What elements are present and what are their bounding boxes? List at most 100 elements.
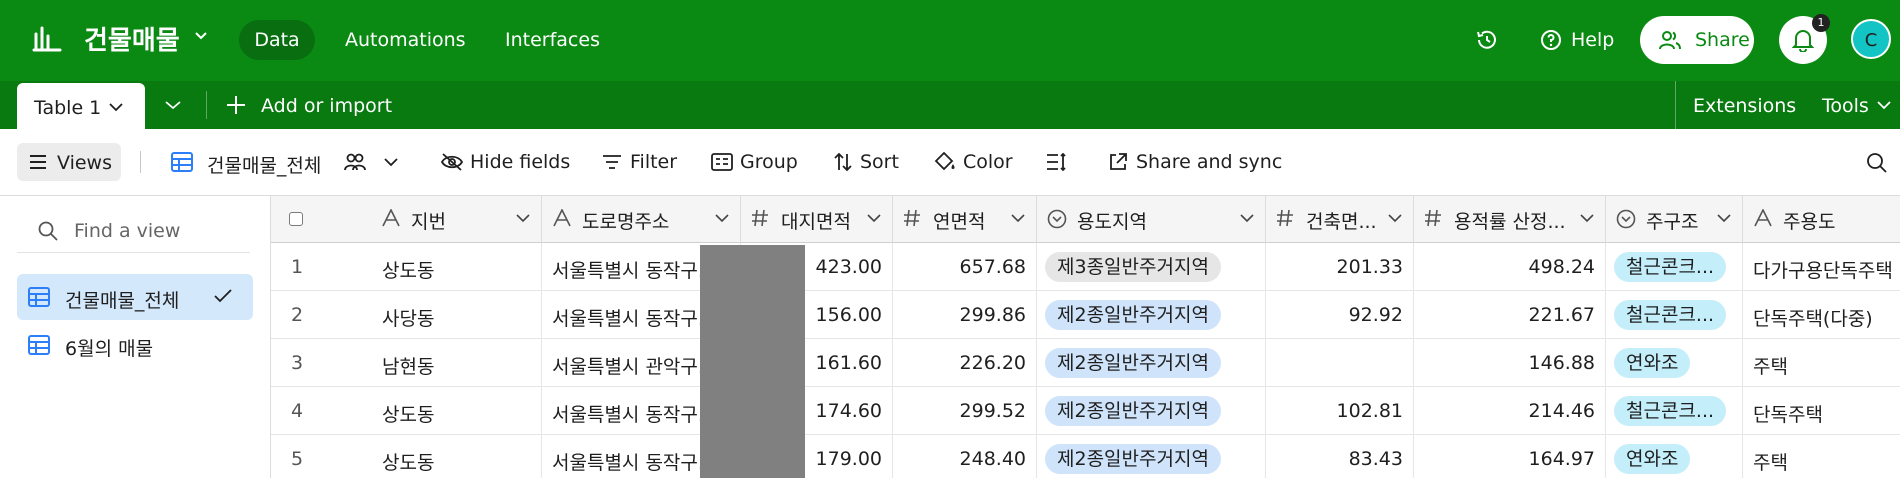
nav-interfaces-tab[interactable]: Interfaces	[505, 29, 600, 51]
avatar[interactable]: C	[1851, 19, 1891, 59]
table-cell[interactable]: 제2종일반주거지역	[1037, 291, 1266, 339]
table-cell[interactable]: 201.33	[1266, 243, 1414, 291]
table-cell[interactable]: 제3종일반주거지역	[1037, 243, 1266, 291]
table-cell[interactable]: 92.92	[1266, 291, 1414, 339]
row-number[interactable]: 2	[271, 291, 371, 339]
column-header[interactable]: 주용도	[1743, 196, 1900, 243]
table-cell[interactable]: 남현동	[371, 339, 542, 387]
group-button[interactable]: Group	[740, 151, 798, 173]
search-icon[interactable]	[1866, 152, 1888, 174]
bell-icon	[1792, 30, 1814, 52]
nav-data-tab[interactable]: Data	[239, 20, 315, 60]
base-name[interactable]: 건물매물	[84, 20, 180, 57]
find-view-input[interactable]: Find a view	[17, 210, 250, 253]
filter-button[interactable]: Filter	[630, 151, 677, 173]
column-header[interactable]: 용도지역	[1037, 196, 1266, 243]
table-cell[interactable]: 단독주택	[1743, 387, 1900, 435]
tab-table-1[interactable]: Table 1	[17, 83, 145, 129]
row-number[interactable]: 4	[271, 387, 371, 435]
row-number[interactable]: 3	[271, 339, 371, 387]
help-icon[interactable]	[1539, 28, 1563, 52]
row-number[interactable]: 1	[271, 243, 371, 291]
sidebar-view-june-listings[interactable]: 6월의 매물	[17, 322, 253, 368]
help-button[interactable]: Help	[1571, 29, 1614, 51]
extensions-button[interactable]: Extensions	[1693, 95, 1796, 117]
table-cell[interactable]: 214.46	[1414, 387, 1606, 435]
share-button[interactable]: Share	[1640, 16, 1754, 64]
sidebar-view-all-listings[interactable]: 건물매물_전체	[17, 274, 253, 320]
table-cell[interactable]: 221.67	[1414, 291, 1606, 339]
table-cell[interactable]: 다가구용단독주택	[1743, 243, 1900, 291]
chevron-down-icon[interactable]	[1877, 100, 1891, 110]
table-cell[interactable]: 상도동	[371, 435, 542, 478]
column-header[interactable]: 대지면적	[741, 196, 893, 243]
table-cell[interactable]: 상도동	[371, 243, 542, 291]
sort-button[interactable]: Sort	[860, 151, 899, 173]
select-pill: 철근콘크...	[1614, 396, 1727, 426]
table-cell[interactable]: 299.52	[893, 387, 1037, 435]
table-cell[interactable]: 철근콘크...	[1606, 387, 1743, 435]
color-button[interactable]: Color	[963, 151, 1013, 173]
nav-automations-tab[interactable]: Automations	[345, 29, 466, 51]
table-cell[interactable]: 657.68	[893, 243, 1037, 291]
select-pill: 연와조	[1614, 444, 1691, 474]
table-cell[interactable]: 주택	[1743, 435, 1900, 478]
column-header[interactable]: 지번	[371, 196, 542, 243]
chevron-down-icon[interactable]	[194, 29, 208, 43]
row-number[interactable]: 5	[271, 435, 371, 478]
number-field-icon	[1277, 209, 1293, 227]
current-view-name[interactable]: 건물매물_전체	[207, 151, 321, 178]
row-height-icon[interactable]	[1046, 152, 1068, 172]
chevron-down-icon[interactable]	[1580, 214, 1594, 223]
hide-fields-button[interactable]: Hide fields	[470, 151, 570, 173]
column-header[interactable]: 건축면...	[1266, 196, 1414, 243]
add-or-import-button[interactable]: Add or import	[261, 95, 392, 117]
chevron-down-icon[interactable]	[1240, 214, 1254, 223]
table-cell[interactable]: 498.24	[1414, 243, 1606, 291]
select-all-header[interactable]	[271, 196, 371, 243]
column-header[interactable]: 연면적	[893, 196, 1037, 243]
chevron-down-icon[interactable]	[867, 214, 881, 223]
table-cell[interactable]	[1266, 339, 1414, 387]
table-cell[interactable]: 226.20	[893, 339, 1037, 387]
chevron-down-icon[interactable]	[1011, 214, 1025, 223]
column-name: 지번	[411, 211, 446, 233]
table-cell[interactable]: 상도동	[371, 387, 542, 435]
chevron-down-icon[interactable]	[165, 100, 181, 110]
views-toggle-button[interactable]: Views	[17, 143, 121, 181]
table-cell[interactable]: 146.88	[1414, 339, 1606, 387]
table-cell[interactable]: 사당동	[371, 291, 542, 339]
column-name: 도로명주소	[582, 211, 670, 233]
chevron-down-icon[interactable]	[1388, 214, 1402, 223]
table-cell[interactable]: 주택	[1743, 339, 1900, 387]
table-cell[interactable]: 102.81	[1266, 387, 1414, 435]
history-icon[interactable]	[1475, 28, 1499, 52]
share-and-sync-button[interactable]: Share and sync	[1136, 151, 1282, 173]
column-header[interactable]: 주구조	[1606, 196, 1743, 243]
table-cell[interactable]: 299.86	[893, 291, 1037, 339]
top-bar: 건물매물 Data Automations Interfaces Help Sh…	[0, 0, 1900, 81]
chevron-down-icon[interactable]	[715, 214, 729, 223]
table-cell[interactable]: 제2종일반주거지역	[1037, 387, 1266, 435]
table-cell[interactable]: 단독주택(다중)	[1743, 291, 1900, 339]
tools-button[interactable]: Tools	[1822, 95, 1869, 117]
cell-text: 서울특별시 관악구...	[552, 356, 716, 378]
base-logo-icon[interactable]	[31, 22, 63, 54]
chevron-down-icon[interactable]	[516, 214, 530, 223]
table-cell[interactable]: 164.97	[1414, 435, 1606, 478]
table-cell[interactable]: 연와조	[1606, 339, 1743, 387]
chevron-down-icon[interactable]	[384, 157, 398, 167]
table-cell[interactable]: 철근콘크...	[1606, 243, 1743, 291]
select-all-checkbox[interactable]	[289, 212, 303, 226]
table-cell[interactable]: 83.43	[1266, 435, 1414, 478]
table-cell[interactable]: 제2종일반주거지역	[1037, 435, 1266, 478]
cell-text: 상도동	[382, 404, 435, 426]
chevron-down-icon[interactable]	[1717, 214, 1731, 223]
table-cell[interactable]: 철근콘크...	[1606, 291, 1743, 339]
table-cell[interactable]: 248.40	[893, 435, 1037, 478]
column-header[interactable]: 용적률 산정...	[1414, 196, 1606, 243]
table-cell[interactable]: 제2종일반주거지역	[1037, 339, 1266, 387]
plus-icon[interactable]	[226, 95, 246, 115]
column-header[interactable]: 도로명주소	[542, 196, 741, 243]
table-cell[interactable]: 연와조	[1606, 435, 1743, 478]
